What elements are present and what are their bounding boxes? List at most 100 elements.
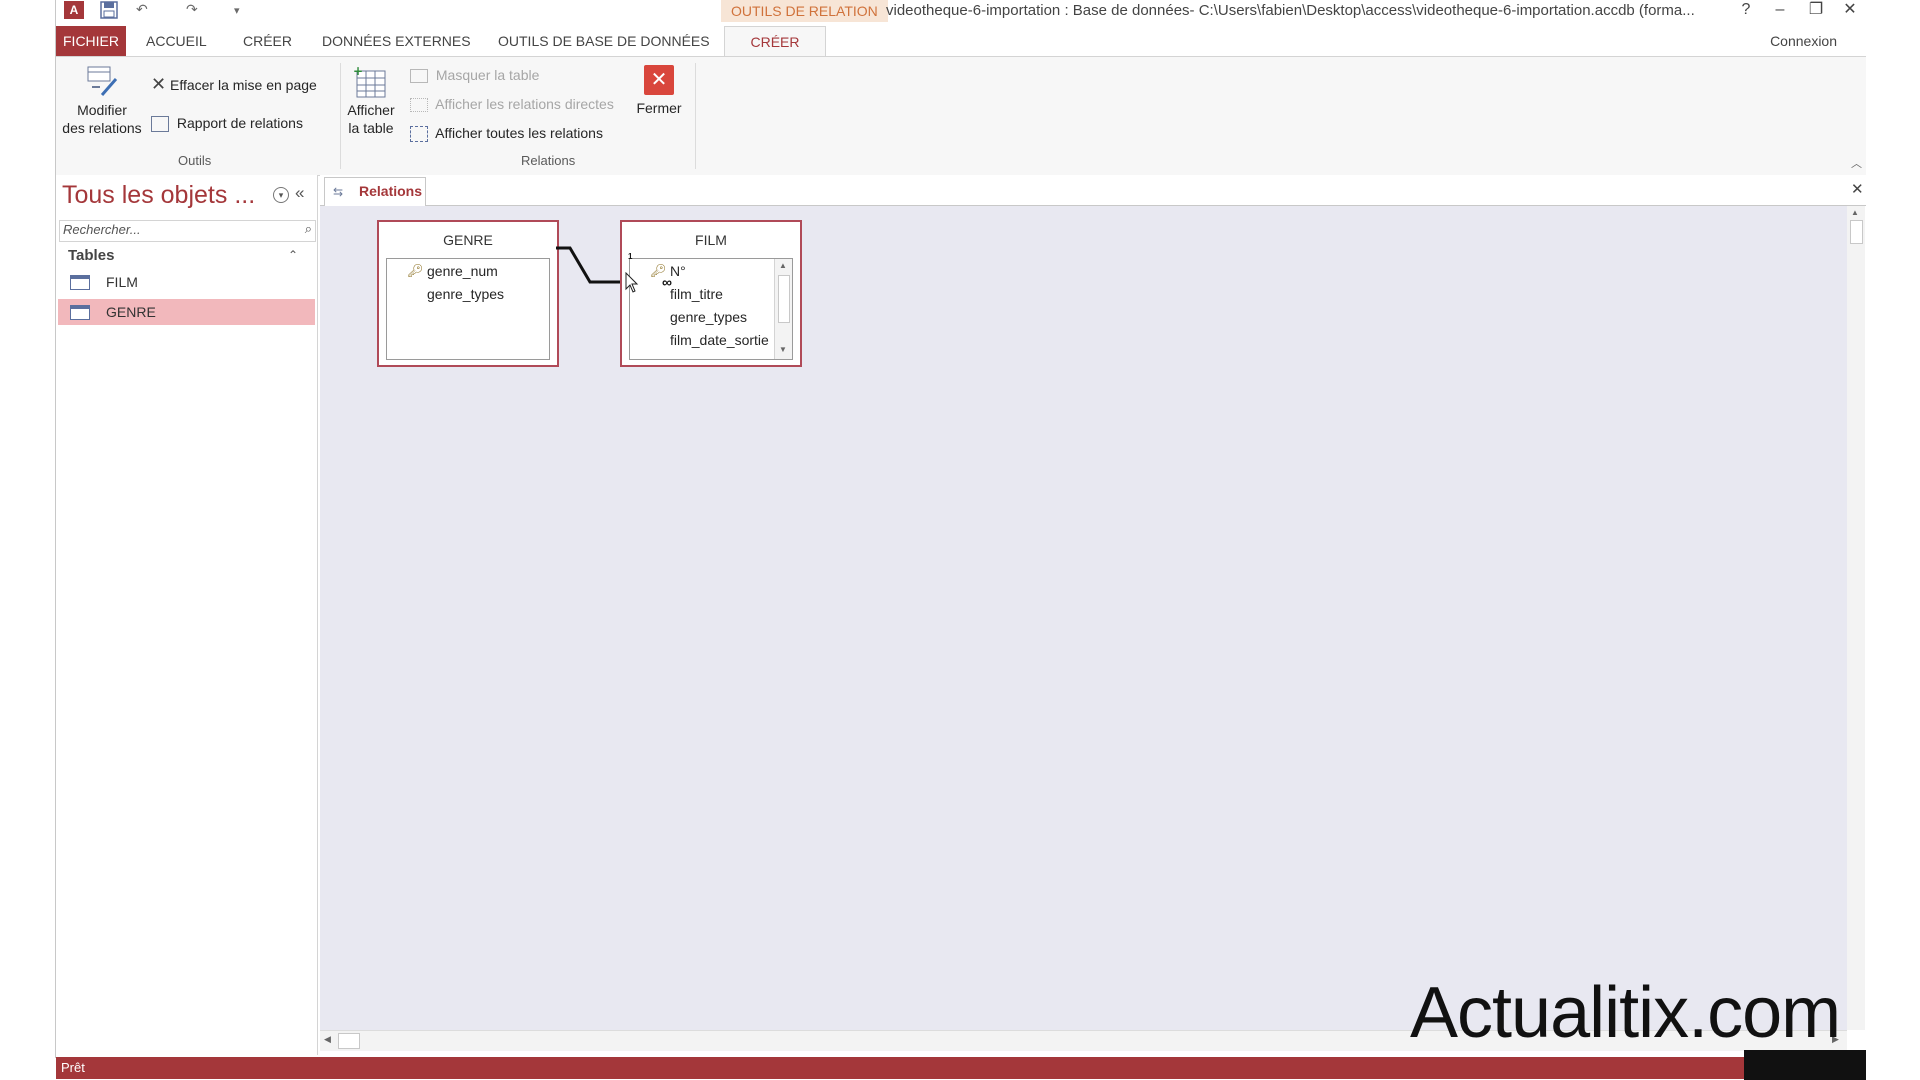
clear-layout-label: Effacer la mise en page — [169, 77, 317, 93]
restore-button[interactable]: ❐ — [1799, 0, 1833, 22]
field-item[interactable]: film_titre — [670, 286, 723, 302]
document-tab-strip: ⇆ Relations ✕ — [320, 175, 1867, 206]
sign-in-link[interactable]: Connexion — [1770, 26, 1837, 56]
help-button[interactable]: ? — [1729, 0, 1763, 22]
watermark-text: Actualitix.com — [1410, 973, 1841, 1053]
tab-external-data[interactable]: DONNÉES EXTERNES — [310, 26, 483, 56]
scroll-thumb[interactable] — [338, 1033, 360, 1049]
tab-relationships[interactable]: ⇆ Relations — [324, 177, 426, 206]
minimize-button[interactable]: – — [1763, 0, 1797, 22]
svg-text:+: + — [353, 65, 363, 78]
navigation-pane: Tous les objets ... ▾ « Rechercher... ⌕ … — [56, 175, 318, 1055]
scroll-up-icon[interactable]: ▲ — [1851, 208, 1859, 217]
field-item[interactable]: genre_types — [670, 309, 747, 325]
window-title: videotheque-6-importation : Base de donn… — [886, 2, 1695, 19]
collapse-section-icon[interactable]: ⌃ — [288, 248, 298, 262]
all-relationships-button[interactable]: Afficher toutes les relations — [410, 123, 603, 143]
table-icon — [70, 305, 90, 320]
field-list-viewport: 🔑︎ N° film_titre genre_types film_date_s… — [630, 259, 773, 359]
search-icon[interactable]: ⌕ — [305, 221, 312, 237]
undo-icon[interactable]: ↶ — [136, 1, 148, 19]
report-icon — [151, 116, 169, 133]
title-bar: A ↶ ↷ ▾ OUTILS DE RELATION videotheque-6… — [56, 0, 1867, 22]
status-text: Prêt — [61, 1060, 85, 1075]
close-relationships-button[interactable]: ✕ Fermer — [631, 65, 687, 117]
canvas-vertical-scrollbar[interactable]: ▲ — [1847, 206, 1865, 1030]
access-app-icon[interactable]: A — [64, 1, 84, 19]
document-tab-label: Relations — [359, 183, 423, 199]
clear-layout-button[interactable]: ✕ Effacer la mise en page — [151, 74, 317, 95]
direct-relationships-button[interactable]: Afficher les relations directes — [410, 94, 614, 114]
tab-file[interactable]: FICHIER — [56, 26, 126, 56]
field-list[interactable]: 🔑︎ N° film_titre genre_types film_date_s… — [629, 258, 793, 360]
nav-item-label: FILM — [106, 274, 138, 290]
table-box-title: GENRE — [443, 232, 493, 248]
tab-relationship-design[interactable]: CRÉER — [724, 26, 826, 57]
collapse-nav-icon[interactable]: « — [295, 183, 304, 203]
close-document-icon[interactable]: ✕ — [1851, 180, 1864, 198]
video-overlay-bar — [1744, 1050, 1866, 1080]
contextual-tab-group-title: OUTILS DE RELATION — [721, 0, 888, 22]
close-label: Fermer — [636, 100, 682, 116]
hide-table-button[interactable]: Masquer la table — [410, 65, 539, 85]
collapse-ribbon-icon[interactable]: ︿ — [1851, 155, 1862, 171]
nav-item-genre[interactable]: GENRE — [58, 299, 315, 325]
field-item[interactable]: N° — [670, 263, 686, 279]
hide-table-icon — [410, 69, 428, 84]
show-table-icon: + — [341, 64, 401, 101]
close-red-x-icon: ✕ — [644, 65, 674, 95]
tab-database-tools[interactable]: OUTILS DE BASE DE DONNÉES — [486, 26, 722, 56]
group-separator — [695, 63, 696, 169]
nav-section-tables[interactable]: Tables — [68, 247, 114, 264]
group-label-relationships: Relations — [521, 153, 576, 168]
scroll-thumb[interactable] — [1850, 220, 1863, 244]
relationships-icon: ⇆ — [333, 185, 344, 199]
relationship-join-line[interactable] — [556, 226, 622, 296]
field-item[interactable]: genre_types — [427, 286, 504, 302]
nav-search-input[interactable]: Rechercher... ⌕ — [59, 220, 316, 242]
show-table-label-2: la table — [348, 120, 394, 136]
table-box-genre[interactable]: GENRE 🔑︎ genre_num genre_types — [377, 220, 559, 367]
right-margin — [1866, 0, 1920, 1080]
save-icon[interactable] — [100, 1, 118, 19]
table-box-film[interactable]: FILM 🔑︎ N° film_titre genre_types film_d… — [620, 220, 802, 367]
table-box-title: FILM — [695, 232, 727, 248]
access-window: A ↶ ↷ ▾ OUTILS DE RELATION videotheque-6… — [55, 0, 1868, 1079]
show-table-button[interactable]: + Afficher la table — [341, 64, 401, 137]
show-table-label-1: Afficher — [347, 102, 395, 118]
left-margin — [0, 0, 55, 1080]
scroll-left-icon[interactable]: ◀ — [324, 1034, 331, 1045]
hide-table-label: Masquer la table — [435, 67, 540, 83]
scroll-down-icon[interactable]: ▼ — [779, 345, 787, 354]
field-list[interactable]: 🔑︎ genre_num genre_types — [386, 258, 550, 360]
all-relationships-label: Afficher toutes les relations — [435, 125, 603, 141]
direct-relationships-label: Afficher les relations directes — [435, 96, 614, 112]
field-list-scrollbar[interactable]: ▲ ▼ — [774, 259, 792, 359]
status-bar: Prêt — [56, 1057, 1867, 1079]
join-one-label: 1 — [628, 252, 633, 261]
nav-menu-dropdown-icon[interactable]: ▾ — [273, 187, 289, 203]
scroll-thumb[interactable] — [778, 275, 790, 323]
relationship-report-label: Rapport de relations — [176, 115, 303, 131]
relationships-canvas[interactable]: GENRE 🔑︎ genre_num genre_types FILM 🔑︎ N… — [320, 206, 1847, 1030]
edit-relationships-button[interactable]: Modifier des relations — [56, 65, 148, 137]
edit-relationships-label-2: des relations — [62, 120, 142, 136]
nav-pane-title[interactable]: Tous les objets ... — [62, 181, 255, 210]
direct-relationships-icon — [410, 98, 428, 113]
redo-icon[interactable]: ↷ — [186, 1, 198, 19]
join-many-label: ∞ — [662, 274, 672, 290]
edit-relationships-icon — [56, 65, 148, 101]
customize-qat-icon[interactable]: ▾ — [234, 4, 240, 22]
tab-home[interactable]: ACCUEIL — [134, 26, 219, 56]
table-icon — [70, 275, 90, 290]
relationship-report-button[interactable]: Rapport de relations — [151, 113, 303, 133]
edit-relationships-label-1: Modifier — [77, 102, 127, 118]
nav-item-film[interactable]: FILM — [58, 269, 315, 295]
ribbon: Modifier des relations ✕ Effacer la mise… — [56, 56, 1867, 176]
field-item[interactable]: film_date_sortie — [670, 332, 769, 348]
tab-create[interactable]: CRÉER — [231, 26, 304, 56]
nav-search-placeholder: Rechercher... — [63, 222, 141, 237]
scroll-up-icon[interactable]: ▲ — [779, 261, 787, 270]
close-window-button[interactable]: ✕ — [1833, 0, 1867, 22]
field-item[interactable]: genre_num — [427, 263, 498, 279]
